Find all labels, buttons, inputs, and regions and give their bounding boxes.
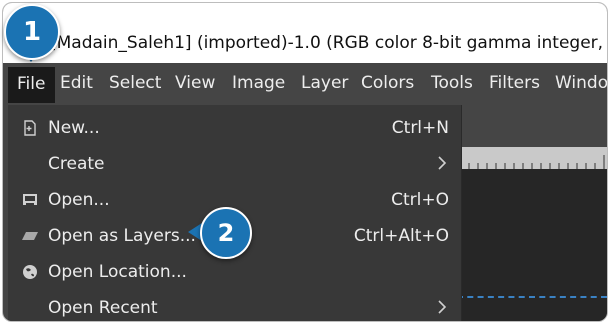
window-title: [Madain_Saleh1] (imported)-1.0 (RGB colo… — [50, 33, 604, 53]
menu-item-new[interactable]: New... Ctrl+N — [8, 111, 461, 145]
menu-file[interactable]: File — [8, 67, 55, 103]
new-document-icon — [21, 119, 39, 137]
menu-item-new-label: New... — [48, 118, 100, 138]
menu-tools[interactable]: Tools — [431, 73, 473, 93]
menu-view[interactable]: View — [175, 73, 215, 93]
menu-filters[interactable]: Filters — [489, 73, 540, 93]
menu-item-open-location[interactable]: Open Location... — [8, 255, 461, 289]
menu-select[interactable]: Select — [109, 73, 161, 93]
menu-colors[interactable]: Colors — [361, 73, 414, 93]
image-canvas[interactable] — [457, 169, 607, 321]
selection-outline — [457, 296, 607, 298]
menu-windows[interactable]: Windo — [555, 73, 607, 93]
menu-item-open-location-label: Open Location... — [48, 262, 187, 282]
submenu-arrow-icon — [437, 299, 447, 315]
ruler-ticks — [459, 155, 605, 169]
step-2-callout: 2 — [200, 207, 252, 259]
menu-item-create-label: Create — [48, 154, 105, 174]
open-as-layers-icon — [21, 227, 39, 245]
menu-item-new-shortcut: Ctrl+N — [391, 118, 449, 138]
menu-file-label: File — [17, 74, 46, 94]
menu-bar: Edit Select View Image Layer Colors Tool… — [3, 63, 607, 105]
horizontal-ruler[interactable] — [457, 147, 607, 170]
menu-item-open-as-layers-label: Open as Layers... — [48, 226, 196, 246]
menu-item-open-recent-label: Open Recent — [48, 298, 158, 318]
gimp-window: [Madain_Saleh1] (imported)-1.0 (RGB colo… — [2, 2, 608, 322]
globe-icon — [21, 263, 39, 281]
menu-item-open-as-layers-shortcut: Ctrl+Alt+O — [353, 226, 449, 246]
menu-image[interactable]: Image — [232, 73, 285, 93]
menu-item-open-shortcut: Ctrl+O — [391, 190, 449, 210]
menu-item-open-label: Open... — [48, 190, 110, 210]
open-image-icon — [21, 191, 39, 209]
step-1-callout: 1 — [4, 4, 60, 60]
menu-item-open-recent[interactable]: Open Recent — [8, 291, 461, 321]
submenu-arrow-icon — [437, 155, 447, 171]
title-bar: [Madain_Saleh1] (imported)-1.0 (RGB colo… — [3, 3, 607, 63]
menu-layer[interactable]: Layer — [301, 73, 348, 93]
menu-item-create[interactable]: Create — [8, 147, 461, 181]
menu-edit[interactable]: Edit — [60, 73, 93, 93]
